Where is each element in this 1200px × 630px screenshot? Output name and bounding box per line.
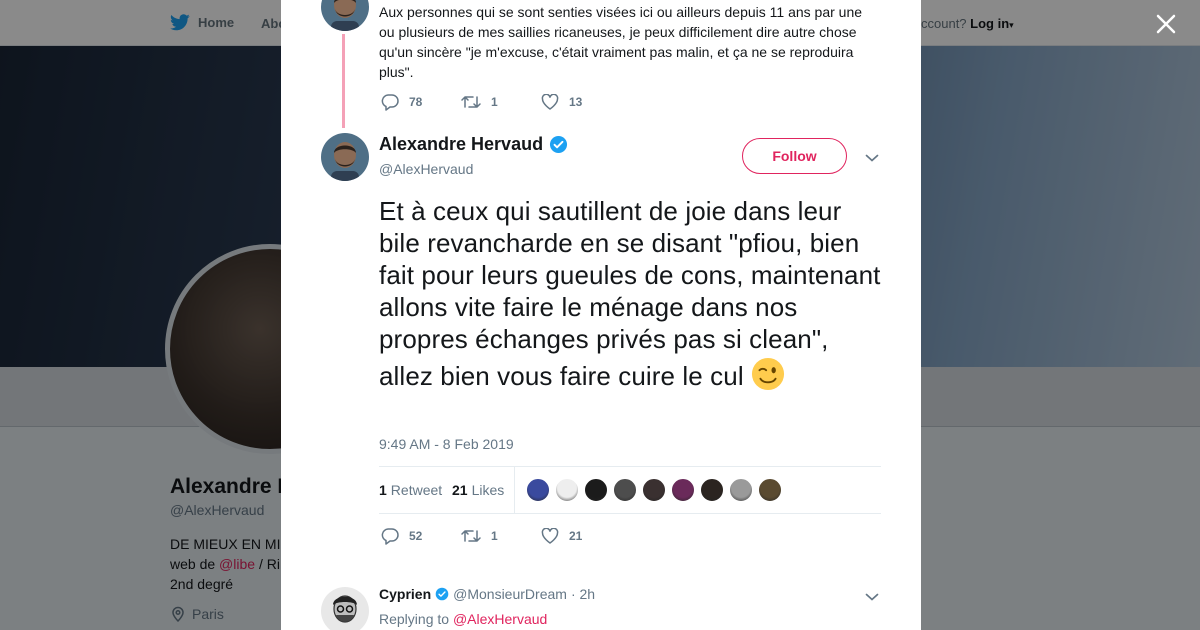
like-button[interactable]: 13: [541, 94, 621, 110]
retweet-icon: [461, 96, 481, 108]
likes-stat[interactable]: 21 Likes: [452, 482, 504, 498]
author-handle[interactable]: @AlexHervaud: [379, 161, 473, 177]
liker-avatar[interactable]: [584, 478, 608, 502]
follow-button[interactable]: Follow: [742, 138, 847, 174]
replying-to: Replying to @AlexHervaud: [379, 611, 547, 627]
liker-avatar[interactable]: [700, 478, 724, 502]
reply-author-handle: @MonsieurDream: [453, 586, 567, 602]
tweet-stats: 1 Retweet 21 Likes: [379, 466, 881, 514]
previous-tweet-actions: 78 1 13: [381, 93, 621, 111]
author-name[interactable]: Alexandre Hervaud: [379, 134, 568, 155]
reply-count: 78: [409, 95, 423, 109]
chevron-down-icon[interactable]: [865, 150, 879, 168]
tweet-timestamp[interactable]: 9:49 AM - 8 Feb 2019: [379, 436, 514, 452]
retweet-button[interactable]: 1: [461, 528, 541, 544]
liker-avatar[interactable]: [671, 478, 695, 502]
like-count: 13: [569, 95, 583, 109]
author-name-text: Alexandre Hervaud: [379, 134, 544, 154]
verified-badge-icon: [435, 587, 449, 601]
reply-author-name: Cyprien: [379, 586, 432, 602]
tweet-actions: 52 1 21: [381, 527, 621, 545]
tweet-text: Et à ceux qui sautillent de joie dans le…: [379, 195, 889, 392]
liker-avatar[interactable]: [555, 478, 579, 502]
likes-stat-count: 21: [452, 482, 468, 498]
retweet-count: 1: [491, 95, 498, 109]
heart-icon: [541, 94, 559, 110]
previous-tweet-text: Aux personnes qui se sont senties visées…: [379, 4, 863, 80]
liker-avatar[interactable]: [613, 478, 637, 502]
reply-icon: [381, 528, 399, 545]
reply-author[interactable]: Cyprien @MonsieurDream · 2h: [379, 586, 595, 602]
retweet-stat-label: Retweet: [390, 482, 443, 498]
retweet-button[interactable]: 1: [461, 94, 541, 110]
retweet-icon: [461, 530, 481, 542]
like-button[interactable]: 21: [541, 528, 621, 544]
replying-to-link[interactable]: @AlexHervaud: [453, 611, 547, 627]
thread-connector-line: [342, 34, 345, 128]
reply-button[interactable]: 52: [381, 527, 461, 545]
reply-icon: [381, 94, 399, 111]
liker-avatar[interactable]: [758, 478, 782, 502]
reply-count: 52: [409, 529, 423, 543]
reply-time[interactable]: · 2h: [571, 586, 595, 602]
reply-button[interactable]: 78: [381, 93, 461, 111]
retweet-stat[interactable]: 1 Retweet: [379, 482, 442, 498]
close-icon[interactable]: [1152, 10, 1180, 38]
liker-avatars: [526, 478, 782, 502]
retweet-stat-count: 1: [379, 482, 387, 498]
retweet-count: 1: [491, 529, 498, 543]
likes-stat-label: Likes: [471, 482, 505, 498]
chevron-down-icon[interactable]: [865, 589, 879, 607]
liker-avatar[interactable]: [526, 478, 550, 502]
verified-badge-icon: [550, 135, 568, 154]
liker-avatar[interactable]: [729, 478, 753, 502]
avatar[interactable]: [321, 587, 369, 630]
liker-avatar[interactable]: [642, 478, 666, 502]
stats-divider: [514, 467, 515, 513]
replying-to-label: Replying to: [379, 611, 450, 627]
winking-face-icon: [751, 357, 785, 391]
avatar[interactable]: [321, 133, 369, 181]
like-count: 21: [569, 529, 583, 543]
tweet-text-body: Et à ceux qui sautillent de joie dans le…: [379, 196, 881, 391]
heart-icon: [541, 528, 559, 544]
